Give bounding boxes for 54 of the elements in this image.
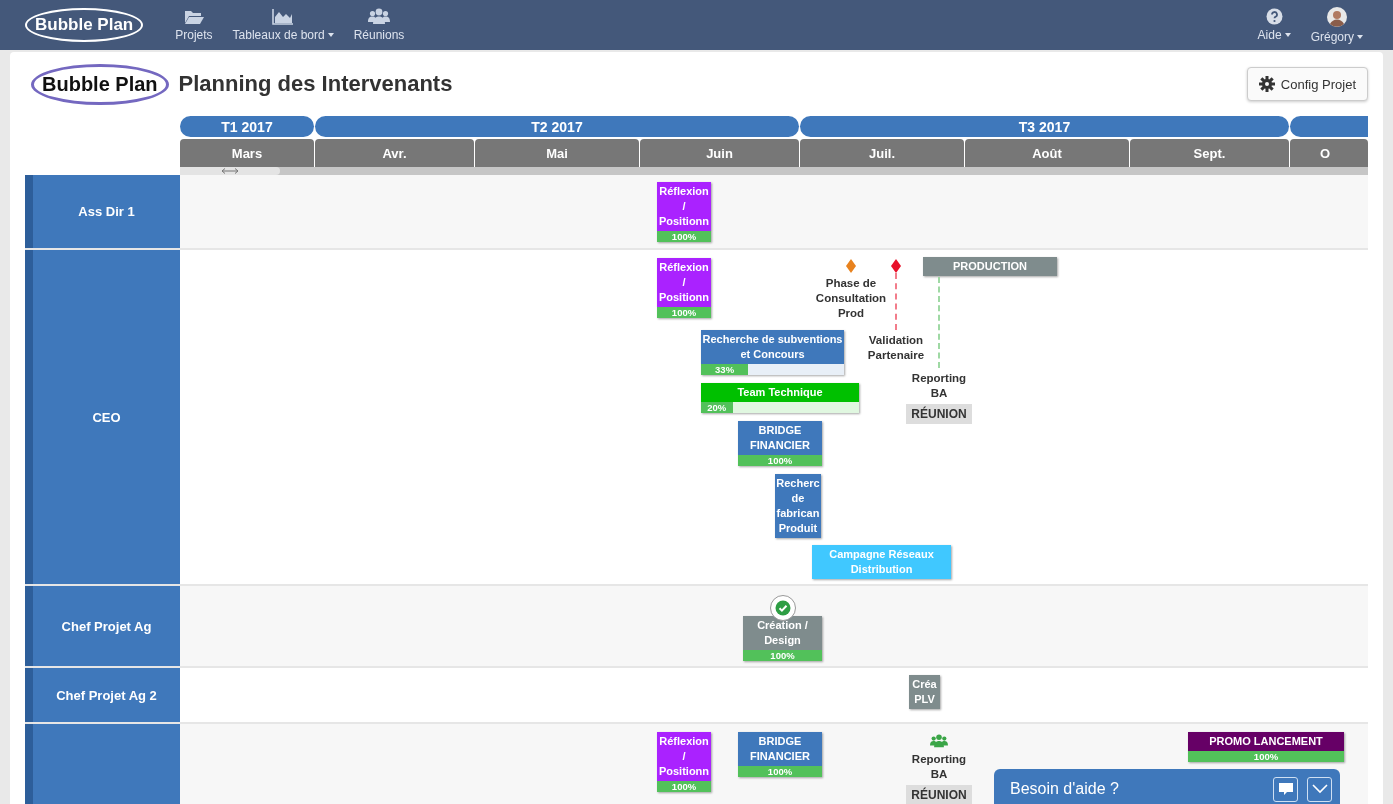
month-header: Juin [640,139,799,167]
month-header: Mai [475,139,639,167]
nav-menu-item[interactable]: Réunions [343,0,415,50]
task-bar[interactable]: Créa PLV [909,675,940,709]
project-logo: Bubble Plan [31,63,169,105]
nav-menu-item[interactable]: Aide [1247,0,1301,50]
month-header: Mars [180,139,314,167]
row-label: Chef Projet Ag 2 [25,668,180,722]
meeting-tag: RÉUNION [906,404,972,424]
quarter-header: T2 2017 [315,116,799,137]
help-widget[interactable]: Besoin d'aide ? [994,769,1340,804]
caret-icon [1284,33,1291,37]
row-label: Ass Dir 1 [25,175,180,248]
month-header: Avr. [315,139,474,167]
chat-icon [1277,782,1294,796]
caret-icon [1357,34,1363,39]
milestone-label: Validation Partenaire [866,333,926,363]
scroll-track[interactable] [180,167,1368,175]
meeting-label: Reporting BA [910,371,968,401]
milestone-diamond-icon[interactable] [891,259,901,273]
month-header: O [1290,139,1368,167]
page-title: Planning des Intervenants [178,71,453,97]
chat-button[interactable] [1273,776,1298,802]
quarter-header: T3 2017 [800,116,1289,137]
nav-menu-item[interactable]: Tableaux de bord [222,0,344,50]
dashed-line [895,273,897,330]
chevron-down-icon [1311,784,1328,794]
row-label: Chef Projet Ag [25,586,180,666]
avatar-icon [1326,6,1347,27]
milestone-label: Phase de Consultation Prod [814,276,888,321]
people-icon [930,733,948,749]
month-header: Sept. [1130,139,1289,167]
caret-icon [327,33,334,37]
collapse-button[interactable] [1307,776,1332,802]
quarter-header: T1 2017 [180,116,314,137]
task-bar[interactable]: PRODUCTION [923,257,1057,276]
meeting-label: Reporting BA [910,752,968,782]
nav-menu-item[interactable]: Projets [165,0,223,50]
scroll-handle[interactable] [180,167,280,175]
nav-menu-item[interactable]: Grégory [1300,0,1373,50]
settings-icon [1258,76,1275,92]
meeting-tag: RÉUNION [906,785,972,804]
people-icon [368,8,390,25]
app-logo[interactable]: Bubble Plan [25,8,144,42]
resize-arrows-icon [221,168,239,174]
month-header: Juil. [800,139,964,167]
help-icon [1265,8,1283,25]
config-project-button[interactable]: Config Projet [1246,67,1368,101]
row-label: CEO [25,250,180,584]
folder-icon [183,8,204,25]
month-header: Août [965,139,1129,167]
task-bar[interactable]: Recherc de fabrican Produit [775,474,821,538]
milestone-diamond-icon[interactable] [846,259,856,273]
area-chart-icon [272,8,295,25]
